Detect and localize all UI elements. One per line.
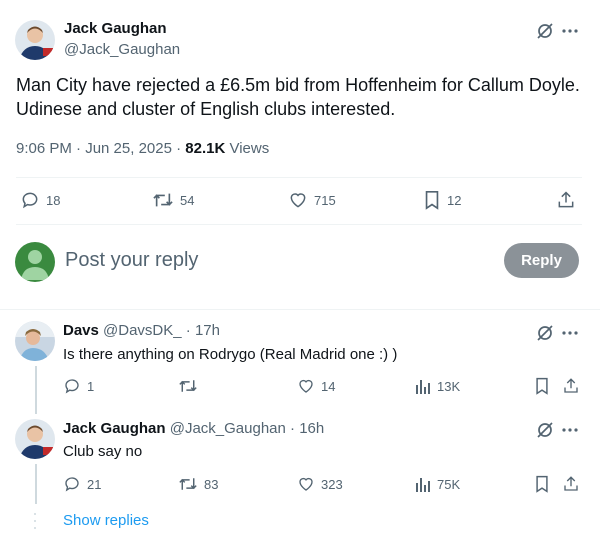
repost-button[interactable] bbox=[178, 377, 204, 395]
views-icon bbox=[416, 478, 430, 492]
views-icon bbox=[416, 380, 430, 394]
share-icon bbox=[564, 476, 578, 491]
composer-avatar bbox=[15, 242, 55, 282]
share-button[interactable] bbox=[562, 475, 580, 493]
reply-submit-button[interactable]: Reply bbox=[504, 243, 579, 278]
like-count: 14 bbox=[321, 378, 336, 394]
reply-icon bbox=[22, 192, 38, 209]
like-button[interactable]: 323 bbox=[297, 475, 343, 493]
more-icon[interactable] bbox=[562, 29, 578, 33]
reply-header: Jack Gaughan @Jack_Gaughan · 16h bbox=[63, 420, 324, 437]
views-count: 13K bbox=[437, 378, 461, 394]
grok-icon[interactable] bbox=[536, 22, 554, 40]
thread-dots bbox=[34, 513, 36, 529]
more-icon[interactable] bbox=[562, 428, 578, 432]
bookmark-icon bbox=[425, 191, 439, 210]
reply-author-name[interactable]: Jack Gaughan bbox=[63, 420, 166, 437]
reply-count: 18 bbox=[46, 192, 61, 208]
like-icon bbox=[299, 477, 313, 491]
tweet-timestamp[interactable]: 9:06 PM · Jun 25, 2025 · bbox=[16, 140, 185, 157]
reply-author-handle[interactable]: @DavsDK_ bbox=[103, 322, 182, 339]
reply-author-avatar[interactable] bbox=[15, 321, 55, 361]
tweet-text: Man City have rejected a £6.5m bid from … bbox=[16, 75, 580, 119]
repost-button[interactable]: 83 bbox=[178, 475, 218, 493]
repost-count: 54 bbox=[180, 192, 195, 208]
like-icon bbox=[299, 379, 313, 393]
like-count: 323 bbox=[321, 476, 343, 492]
like-button[interactable]: 14 bbox=[297, 377, 335, 395]
share-icon bbox=[558, 191, 574, 208]
divider bbox=[0, 309, 600, 310]
tweet-meta: 9:06 PM · Jun 25, 2025 · 82.1K Views bbox=[16, 140, 269, 157]
divider bbox=[16, 224, 582, 225]
views-count: 82.1K bbox=[185, 140, 226, 157]
thread-line bbox=[35, 464, 37, 504]
main-author-handle[interactable]: @Jack_Gaughan bbox=[64, 41, 180, 58]
like-button[interactable]: 715 bbox=[288, 190, 336, 210]
grok-icon[interactable] bbox=[536, 324, 554, 342]
views-count: 75K bbox=[437, 476, 461, 492]
views-button[interactable]: 13K bbox=[415, 377, 460, 395]
bookmark-icon bbox=[536, 475, 548, 493]
reply-count: 21 bbox=[87, 476, 102, 492]
reply-button[interactable]: 21 bbox=[63, 475, 101, 493]
share-icon bbox=[564, 378, 578, 393]
divider bbox=[16, 177, 582, 178]
repost-button[interactable]: 54 bbox=[152, 190, 194, 210]
share-button[interactable] bbox=[556, 190, 576, 210]
thread-line bbox=[35, 366, 37, 414]
like-icon bbox=[290, 193, 306, 208]
reply-icon bbox=[65, 379, 79, 394]
share-button[interactable] bbox=[562, 377, 580, 395]
more-icon[interactable] bbox=[562, 331, 578, 335]
reply-input[interactable]: Post your reply bbox=[65, 249, 198, 272]
reply-text: Is there anything on Rodrygo (Real Madri… bbox=[63, 346, 398, 363]
repost-icon bbox=[153, 193, 173, 207]
reply-text: Club say no bbox=[63, 443, 143, 460]
reply-time[interactable]: · 16h bbox=[286, 420, 324, 437]
reply-author-handle[interactable]: @Jack_Gaughan bbox=[170, 420, 286, 437]
repost-icon bbox=[179, 478, 197, 490]
bookmark-button[interactable] bbox=[534, 475, 550, 493]
bookmark-count: 12 bbox=[447, 192, 462, 208]
reply-button[interactable]: 1 bbox=[63, 377, 94, 395]
grok-icon[interactable] bbox=[536, 421, 554, 439]
bookmark-button[interactable] bbox=[534, 377, 550, 395]
bookmark-button[interactable]: 12 bbox=[423, 190, 461, 210]
reply-icon bbox=[65, 477, 79, 492]
main-author-avatar[interactable] bbox=[15, 20, 55, 60]
bookmark-icon bbox=[536, 377, 548, 395]
like-count: 715 bbox=[314, 192, 336, 208]
main-author-name[interactable]: Jack Gaughan bbox=[64, 20, 167, 37]
reply-author-avatar[interactable] bbox=[15, 419, 55, 459]
repost-icon bbox=[179, 380, 197, 392]
reply-author-name[interactable]: Davs bbox=[63, 322, 99, 339]
views-label: Views bbox=[225, 140, 270, 157]
reply-button[interactable]: 18 bbox=[20, 190, 60, 210]
views-button[interactable]: 75K bbox=[415, 475, 460, 493]
show-replies-link[interactable]: Show replies bbox=[63, 512, 149, 529]
reply-time[interactable]: · 17h bbox=[182, 322, 220, 339]
reply-header: Davs @DavsDK_ · 17h bbox=[63, 322, 220, 339]
reply-count: 1 bbox=[87, 378, 95, 394]
repost-count: 83 bbox=[204, 476, 219, 492]
